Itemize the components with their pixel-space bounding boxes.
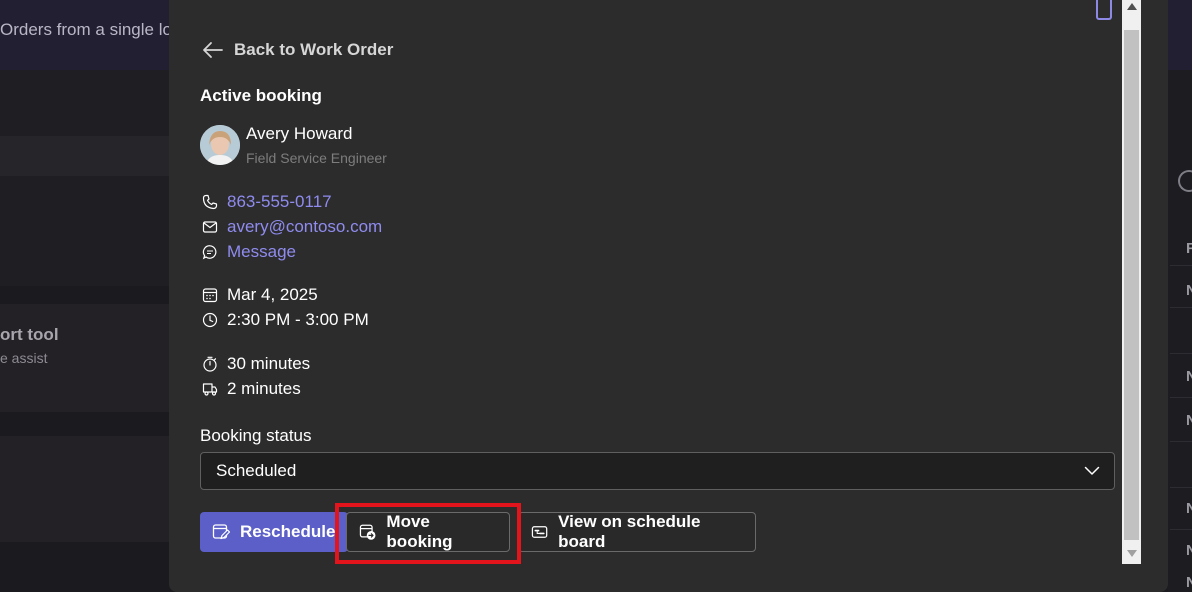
phone-link[interactable]: 863-555-0117 (227, 192, 332, 212)
booking-time: 2:30 PM - 3:00 PM (227, 310, 369, 329)
booking-date: Mar 4, 2025 (227, 285, 318, 304)
arrow-left-icon (203, 42, 223, 58)
vehicle-icon (202, 381, 218, 397)
copy-icon[interactable] (1096, 0, 1112, 20)
background-column-letter: N (1186, 282, 1192, 299)
booking-status-value: Scheduled (216, 461, 297, 480)
background-divider (1170, 265, 1192, 266)
background-band (0, 176, 170, 286)
background-divider (1170, 397, 1192, 398)
schedule-board-icon (531, 526, 548, 538)
email-row: avery@contoso.com (202, 217, 382, 237)
calendar-edit-icon (212, 524, 230, 540)
person-role: Field Service Engineer (246, 150, 387, 166)
background-card (0, 436, 170, 542)
back-to-work-order-link[interactable]: Back to Work Order (202, 40, 393, 60)
background-card-title: ort tool (0, 325, 59, 344)
booking-status-dropdown[interactable]: Scheduled (200, 452, 1115, 490)
chevron-down-icon (1084, 466, 1100, 475)
booking-status-label: Booking status (200, 426, 312, 445)
background-divider (1170, 353, 1192, 354)
reschedule-button[interactable]: Reschedule (200, 512, 348, 552)
person-name: Avery Howard (246, 124, 353, 143)
message-link[interactable]: Message (227, 242, 296, 262)
move-booking-label: Move booking (386, 512, 453, 551)
background-band (0, 136, 170, 176)
background-band (0, 70, 170, 136)
background-card-subtitle: e assist (0, 350, 48, 366)
timer-icon (202, 356, 218, 372)
background-column-letter: N (1186, 574, 1192, 591)
background-divider (1170, 307, 1192, 308)
chat-icon (202, 244, 218, 260)
dialog-content: Back to Work Order Active booking Avery … (169, 0, 1122, 564)
date-row: Mar 4, 2025 (202, 285, 318, 305)
move-booking-button[interactable]: Move booking (346, 512, 510, 552)
background-header-text: Orders from a single lo (0, 20, 172, 39)
booking-duration: 30 minutes (227, 354, 311, 373)
travel-row: 2 minutes (202, 379, 301, 399)
avatar (200, 125, 240, 165)
background-column-letter: N (1186, 500, 1192, 517)
email-link[interactable]: avery@contoso.com (227, 217, 382, 237)
back-label: Back to Work Order (234, 40, 394, 59)
mail-icon (202, 219, 218, 235)
clock-icon (202, 312, 218, 328)
view-schedule-board-button[interactable]: View on schedule board (518, 512, 756, 552)
background-divider (1170, 529, 1192, 530)
scrollbar-thumb[interactable] (1124, 30, 1139, 540)
phone-icon (202, 194, 218, 210)
background-divider (1170, 441, 1192, 442)
duration-row: 30 minutes (202, 354, 310, 374)
background-column-letter: N (1186, 368, 1192, 385)
booking-dialog: Back to Work Order Active booking Avery … (169, 0, 1168, 592)
background-column-letter: F (1186, 240, 1192, 257)
phone-row: 863-555-0117 (202, 192, 332, 212)
calendar-arrow-icon (359, 524, 376, 540)
reschedule-label: Reschedule (240, 522, 336, 541)
background-column-letter: N (1186, 542, 1192, 559)
section-title: Active booking (200, 86, 322, 105)
calendar-icon (202, 287, 218, 303)
message-row: Message (202, 242, 296, 262)
scroll-up-arrow[interactable] (1127, 3, 1137, 10)
view-schedule-board-label: View on schedule board (558, 512, 701, 551)
time-row: 2:30 PM - 3:00 PM (202, 310, 369, 330)
scroll-down-arrow[interactable] (1127, 550, 1137, 557)
vertical-scrollbar[interactable] (1122, 0, 1141, 564)
background-divider (1170, 487, 1192, 488)
background-column-letter: N (1186, 412, 1192, 429)
travel-time: 2 minutes (227, 379, 301, 398)
